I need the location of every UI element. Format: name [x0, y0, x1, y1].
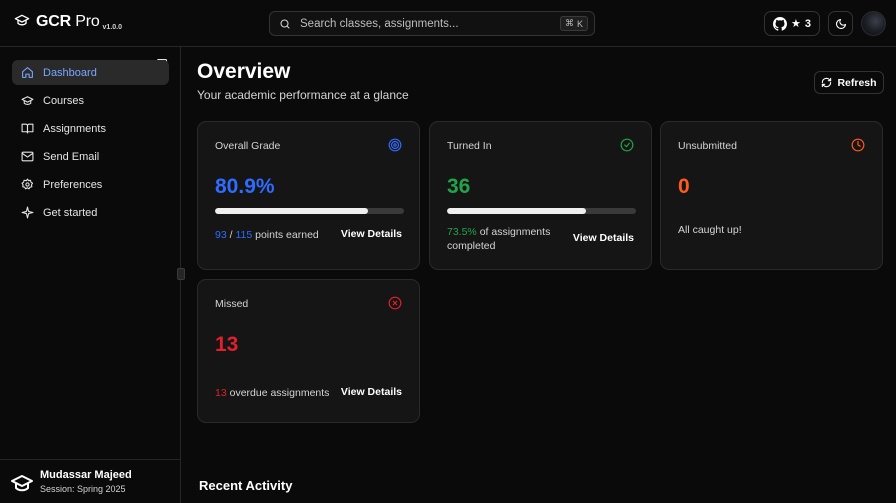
gear-icon	[21, 178, 34, 190]
grade-progress-bar	[215, 208, 404, 214]
github-icon	[773, 16, 787, 31]
page-subtitle: Your academic performance at a glance	[197, 88, 409, 102]
turned-in-progress-fill	[447, 208, 586, 214]
github-stars-button[interactable]: ★ 3	[764, 11, 820, 36]
card-title: Overall Grade	[215, 140, 281, 152]
moon-icon	[835, 18, 846, 29]
search-icon	[280, 18, 290, 29]
search-shortcut-badge: ⌘ K	[559, 16, 588, 31]
theme-toggle-button[interactable]	[828, 11, 853, 36]
unsubmitted-message: All caught up!	[678, 224, 742, 236]
graduation-cap-icon	[21, 96, 34, 105]
missed-card: Missed 13 13 overdue assignments View De…	[197, 279, 420, 423]
grade-progress-fill	[215, 208, 368, 214]
top-bar: GCR Pro v1.0.0 ⌘K ★ 3	[0, 0, 896, 47]
missed-overdue-text: 13 overdue assignments	[215, 387, 330, 399]
mail-icon	[21, 151, 34, 162]
search-input[interactable]	[300, 17, 550, 30]
user-avatar[interactable]	[861, 11, 886, 36]
turned-in-card: Turned In 36 73.5% of assignments complet…	[429, 121, 652, 270]
app-name: GCR Pro	[36, 13, 100, 30]
refresh-icon	[822, 77, 832, 88]
unsubmitted-value: 0	[678, 175, 690, 198]
sidebar-item-send-email[interactable]: Send Email	[12, 144, 169, 169]
sidebar-item-label: Send Email	[43, 150, 100, 163]
user-name: Mudassar Majeed	[40, 469, 132, 481]
sidebar-item-assignments[interactable]: Assignments	[12, 116, 169, 141]
sidebar-item-label: Preferences	[43, 178, 103, 191]
turned-in-percentage: 73.5% of assignments completed	[447, 226, 551, 252]
missed-view-details-link[interactable]: View Details	[341, 386, 402, 398]
app-version: v1.0.0	[102, 24, 122, 31]
grade-points: 93 / 115 points earned	[215, 229, 319, 241]
sidebar-item-dashboard[interactable]: Dashboard	[12, 60, 169, 85]
grade-view-details-link[interactable]: View Details	[341, 228, 402, 240]
card-title: Turned In	[447, 140, 492, 152]
sidebar-item-preferences[interactable]: Preferences	[12, 172, 169, 197]
graduation-cap-icon	[14, 14, 30, 26]
graduation-cap-icon	[11, 475, 33, 492]
refresh-button[interactable]: Refresh	[814, 71, 884, 94]
card-title: Unsubmitted	[678, 140, 737, 152]
sidebar: Dashboard Courses Assignments Send Email…	[0, 47, 181, 503]
star-icon: ★	[791, 18, 801, 30]
user-profile[interactable]: Mudassar Majeed Session: Spring 2025	[0, 459, 181, 503]
sparkle-icon	[21, 206, 34, 219]
book-open-icon	[21, 123, 34, 134]
sidebar-item-courses[interactable]: Courses	[12, 88, 169, 113]
turned-in-progress-bar	[447, 208, 636, 214]
sidebar-item-label: Get started	[43, 206, 98, 219]
brand-logo[interactable]: GCR Pro v1.0.0	[14, 12, 122, 31]
turned-in-view-details-link[interactable]: View Details	[573, 232, 634, 244]
unsubmitted-card: Unsubmitted 0 All caught up!	[660, 121, 883, 270]
recent-activity-heading: Recent Activity	[199, 478, 293, 493]
check-circle-icon	[620, 138, 634, 152]
github-star-count: 3	[804, 17, 811, 30]
main-content: Overview Your academic performance at a …	[182, 48, 896, 503]
missed-value: 13	[215, 333, 239, 356]
turned-in-value: 36	[447, 175, 471, 198]
home-icon	[22, 67, 33, 78]
target-icon	[388, 138, 402, 152]
sidebar-nav: Dashboard Courses Assignments Send Email…	[12, 60, 169, 228]
sidebar-item-label: Courses	[43, 94, 84, 107]
overall-grade-card: Overall Grade 80.9% 93 / 115 points earn…	[197, 121, 420, 270]
search-bar[interactable]: ⌘K	[269, 11, 595, 36]
page-title: Overview	[197, 60, 291, 83]
clock-icon	[851, 138, 865, 152]
sidebar-item-get-started[interactable]: Get started	[12, 200, 169, 225]
user-session: Session: Spring 2025	[40, 484, 126, 494]
card-title: Missed	[215, 298, 249, 310]
x-circle-icon	[388, 296, 402, 310]
grade-value: 80.9%	[215, 175, 275, 198]
sidebar-item-label: Assignments	[43, 122, 106, 135]
sidebar-item-label: Dashboard	[43, 66, 97, 79]
